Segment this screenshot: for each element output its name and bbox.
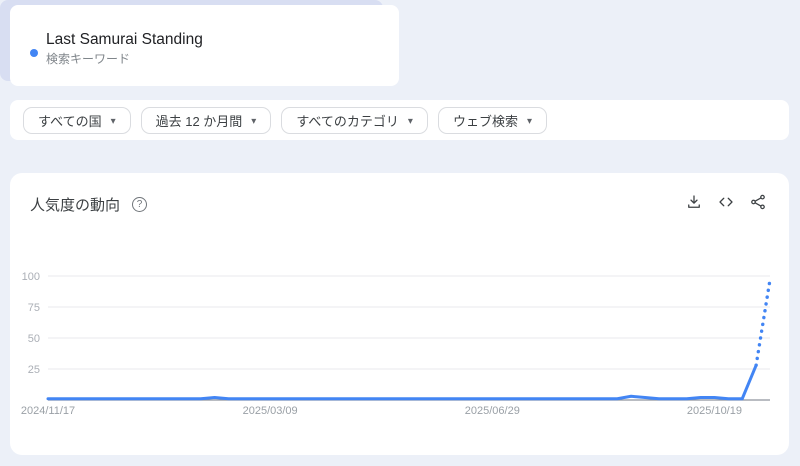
- trend-line-solid: [48, 365, 756, 398]
- y-axis-label: 50: [28, 333, 40, 345]
- y-axis-label: 100: [22, 271, 40, 283]
- search-type-dropdown[interactable]: ウェブ検索 ▾: [438, 107, 547, 134]
- time-range-label: 過去 12 か月間: [156, 111, 243, 130]
- interest-over-time-panel: 人気度の動向 ? 25 50 75 100 2024/11/17 2025/03/09 20…: [10, 173, 789, 455]
- panel-actions: [685, 193, 767, 211]
- trend-line-dotted-partial: [756, 280, 770, 366]
- y-axis-label: 75: [28, 302, 40, 314]
- search-term-card[interactable]: Last Samurai Standing 検索キーワード: [10, 5, 399, 86]
- share-icon[interactable]: [749, 193, 767, 211]
- x-axis-label: 2025/10/19: [687, 405, 742, 417]
- help-icon[interactable]: ?: [132, 197, 147, 212]
- chevron-down-icon: ▾: [527, 116, 532, 127]
- embed-icon[interactable]: [717, 193, 735, 211]
- panel-title: 人気度の動向: [30, 194, 120, 215]
- search-term-title: Last Samurai Standing: [46, 31, 203, 49]
- geo-filter-label: すべての国: [38, 111, 102, 130]
- download-icon[interactable]: [685, 193, 703, 211]
- panel-header: 人気度の動向 ?: [30, 194, 147, 215]
- filter-bar: すべての国 ▾ 過去 12 か月間 ▾ すべてのカテゴリ ▾ ウェブ検索 ▾: [10, 100, 789, 140]
- series-color-dot-icon: [30, 49, 38, 57]
- time-range-dropdown[interactable]: 過去 12 か月間 ▾: [141, 107, 272, 134]
- category-filter-dropdown[interactable]: すべてのカテゴリ ▾: [281, 107, 428, 134]
- x-axis-label: 2025/03/09: [243, 405, 298, 417]
- x-axis-label: 2024/11/17: [21, 405, 75, 417]
- category-filter-label: すべてのカテゴリ: [296, 111, 399, 130]
- search-term-type: 検索キーワード: [46, 50, 130, 67]
- chevron-down-icon: ▾: [251, 116, 256, 127]
- geo-filter-dropdown[interactable]: すべての国 ▾: [23, 107, 131, 134]
- y-axis-label: 25: [28, 364, 40, 376]
- trend-chart[interactable]: 25 50 75 100 2024/11/17 2025/03/09 2025/06/29 2…: [10, 230, 789, 455]
- x-axis-label: 2025/06/29: [465, 405, 520, 417]
- chevron-down-icon: ▾: [111, 116, 116, 127]
- chevron-down-icon: ▾: [408, 116, 413, 127]
- search-type-label: ウェブ検索: [453, 111, 518, 130]
